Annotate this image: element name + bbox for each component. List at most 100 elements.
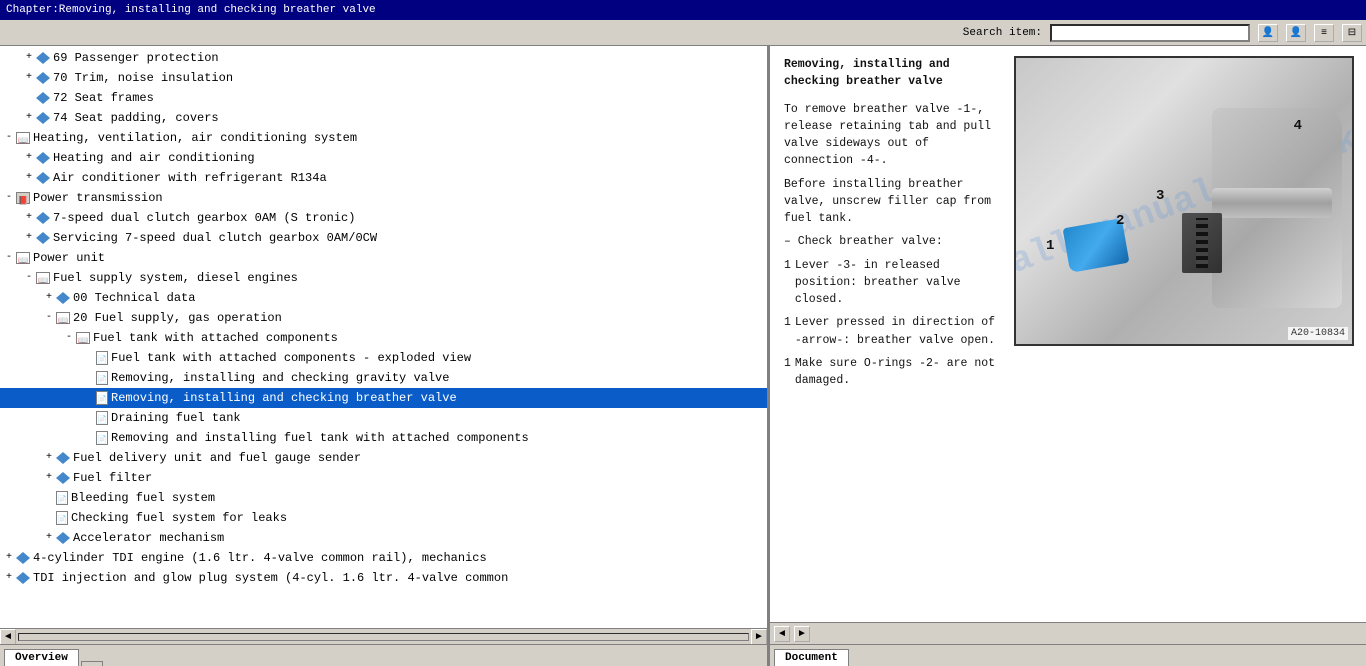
tree-item-1[interactable]: + 69 Passenger protection [0, 48, 767, 68]
tree-item-5[interactable]: - 📖 Heating, ventilation, air conditioni… [0, 128, 767, 148]
tree-label: TDI injection and glow plug system (4-cy… [33, 569, 508, 587]
folder-icon [36, 232, 50, 244]
tree-item-16[interactable]: 📄 Fuel tank with attached components - e… [0, 348, 767, 368]
tree-label: Air conditioner with refrigerant R134a [53, 169, 327, 187]
tree-item-24[interactable]: 📄 Checking fuel system for leaks [0, 508, 767, 528]
left-panel: + 69 Passenger protection + 70 Trim, noi… [0, 46, 770, 666]
tab-empty[interactable] [81, 661, 103, 666]
doc-nav-left[interactable]: ◄ [774, 626, 790, 642]
tree-item-18[interactable]: 📄 Removing, installing and checking brea… [0, 388, 767, 408]
expander[interactable]: - [2, 249, 16, 267]
tree-item-4[interactable]: + 74 Seat padding, covers [0, 108, 767, 128]
left-hscroll[interactable]: ◄ ► [0, 628, 767, 644]
doc-item1: 1 Lever -3- in released position: breath… [784, 257, 1004, 309]
book-open-icon: 📖 [76, 332, 90, 344]
tree-item-17[interactable]: 📄 Removing, installing and checking grav… [0, 368, 767, 388]
user-btn-1[interactable]: 👤 [1258, 24, 1278, 42]
tree-item-10[interactable]: + Servicing 7-speed dual clutch gearbox … [0, 228, 767, 248]
tree-item-15[interactable]: - 📖 Fuel tank with attached components [0, 328, 767, 348]
hscroll-right[interactable]: ► [751, 629, 767, 645]
right-nav: ◄ ► [770, 622, 1366, 644]
folder-icon [36, 152, 50, 164]
expander[interactable]: - [2, 129, 16, 147]
tree-scroll[interactable]: + 69 Passenger protection + 70 Trim, noi… [0, 46, 767, 628]
doc-icon: 📄 [56, 491, 68, 505]
doc-item3-text: Make sure O-rings -2- are not damaged. [795, 355, 1004, 390]
expander[interactable]: + [42, 529, 56, 547]
tree-label: Draining fuel tank [111, 409, 241, 427]
doc-item2-num: 1 [784, 314, 791, 349]
tree-item-8[interactable]: - 📕 Power transmission [0, 188, 767, 208]
tree-item-12[interactable]: - 📖 Fuel supply system, diesel engines [0, 268, 767, 288]
doc-text: Removing, installing and checking breath… [784, 56, 1004, 612]
tree-item-11[interactable]: - 📖 Power unit [0, 248, 767, 268]
folder-icon [16, 552, 30, 564]
tree-label: Fuel delivery unit and fuel gauge sender [73, 449, 361, 467]
doc-icon: 📄 [96, 431, 108, 445]
main-area: + 69 Passenger protection + 70 Trim, noi… [0, 46, 1366, 666]
expander[interactable]: + [22, 149, 36, 167]
menu-btn-2[interactable]: ⊟ [1342, 24, 1362, 42]
tree-label: Power transmission [33, 189, 163, 207]
folder-icon [16, 572, 30, 584]
expander[interactable]: + [22, 229, 36, 247]
expander[interactable]: + [42, 449, 56, 467]
tree-item-25[interactable]: + Accelerator mechanism [0, 528, 767, 548]
tree-item-14[interactable]: - 📖 20 Fuel supply, gas operation [0, 308, 767, 328]
right-tabs: Document [770, 644, 1366, 666]
expander[interactable]: - [62, 329, 76, 347]
doc-icon: 📄 [96, 411, 108, 425]
label-1: 1 [1046, 238, 1054, 254]
tree-item-27[interactable]: + TDI injection and glow plug system (4-… [0, 568, 767, 588]
tree-item-6[interactable]: + Heating and air conditioning [0, 148, 767, 168]
search-input[interactable] [1050, 24, 1250, 42]
tree-item-20[interactable]: 📄 Removing and installing fuel tank with… [0, 428, 767, 448]
doc-icon: 📄 [96, 351, 108, 365]
doc-nav-right[interactable]: ► [794, 626, 810, 642]
tree-label: Removing, installing and checking gravit… [111, 369, 449, 387]
folder-icon [56, 472, 70, 484]
tree-item-7[interactable]: + Air conditioner with refrigerant R134a [0, 168, 767, 188]
tab-document[interactable]: Document [774, 649, 849, 666]
tree-label: Fuel tank with attached components [93, 329, 338, 347]
expander[interactable]: + [42, 289, 56, 307]
tree-item-21[interactable]: + Fuel delivery unit and fuel gauge send… [0, 448, 767, 468]
tree-label: 72 Seat frames [53, 89, 154, 107]
striped-end [1196, 218, 1208, 268]
tree-item-19[interactable]: 📄 Draining fuel tank [0, 408, 767, 428]
tree-label: Removing, installing and checking breath… [111, 389, 457, 407]
tree-item-26[interactable]: + 4-cylinder TDI engine (1.6 ltr. 4-valv… [0, 548, 767, 568]
expander[interactable]: - [2, 189, 16, 207]
tree-item-23[interactable]: 📄 Bleeding fuel system [0, 488, 767, 508]
label-3: 3 [1156, 188, 1164, 204]
expander[interactable]: + [2, 549, 16, 567]
tree-label: 00 Technical data [73, 289, 195, 307]
tree-label: 7-speed dual clutch gearbox 0AM (S troni… [53, 209, 355, 227]
image-label: A20-10834 [1288, 327, 1348, 340]
expander[interactable]: + [22, 69, 36, 87]
doc-para3: – Check breather valve: [784, 233, 1004, 250]
expander[interactable]: + [22, 209, 36, 227]
tree-item-2[interactable]: + 70 Trim, noise insulation [0, 68, 767, 88]
expander[interactable]: - [42, 309, 56, 327]
expander[interactable]: - [22, 269, 36, 287]
expander[interactable]: + [22, 169, 36, 187]
user-btn-2[interactable]: 👤 [1286, 24, 1306, 42]
tree-item-3[interactable]: 72 Seat frames [0, 88, 767, 108]
hscroll-left[interactable]: ◄ [0, 629, 16, 645]
tree-item-13[interactable]: + 00 Technical data [0, 288, 767, 308]
expander[interactable]: + [42, 469, 56, 487]
expander[interactable]: + [2, 569, 16, 587]
tree-label: 74 Seat padding, covers [53, 109, 219, 127]
tree-label: Fuel tank with attached components - exp… [111, 349, 471, 367]
expander[interactable]: + [22, 49, 36, 67]
expander[interactable]: + [22, 109, 36, 127]
tree-label: 4-cylinder TDI engine (1.6 ltr. 4-valve … [33, 549, 487, 567]
tree-item-9[interactable]: + 7-speed dual clutch gearbox 0AM (S tro… [0, 208, 767, 228]
doc-image: allymanuals.co.uk 1 2 3 4 [1014, 56, 1354, 612]
tab-overview[interactable]: Overview [4, 649, 79, 666]
menu-btn-1[interactable]: ≡ [1314, 24, 1334, 42]
tree-item-22[interactable]: + Fuel filter [0, 468, 767, 488]
doc-icon: 📄 [96, 391, 108, 405]
connector [1182, 213, 1222, 273]
